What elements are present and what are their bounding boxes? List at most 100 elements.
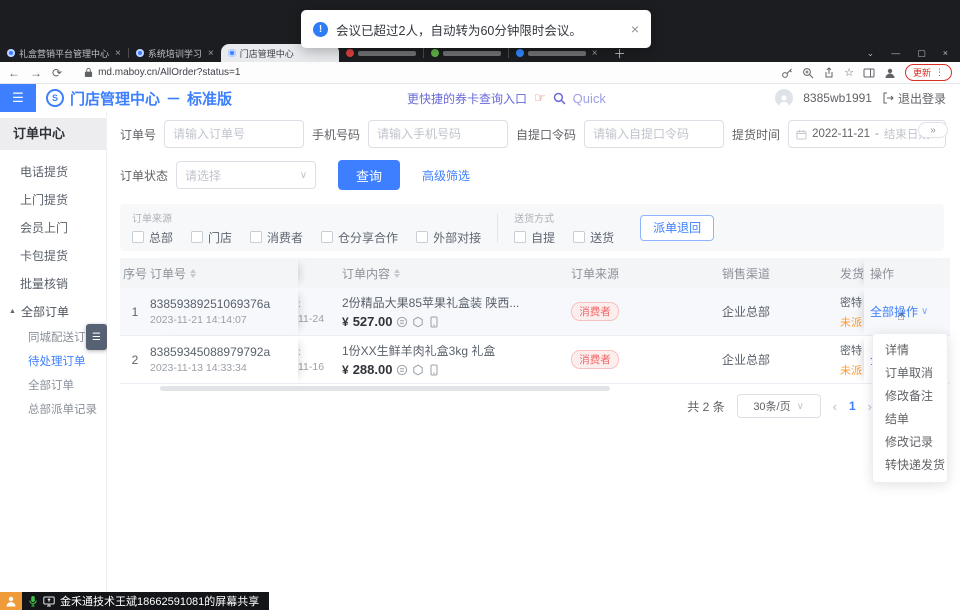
toast-message: 会议已超过2人，自动转为60分钟限时会议。 (336, 20, 582, 39)
logout-button[interactable]: 退出登录 (882, 90, 946, 107)
filter-row-1: 订单号 手机号码 自提口令码 提货时间 2022-11-21 - 结束日期 (120, 120, 946, 148)
window-close-icon[interactable]: × (943, 48, 948, 58)
bookmark-star-icon[interactable]: ☆ (844, 66, 854, 79)
screen: 礼盒营销平台管理中心 × 系统培训学习 × 门店管理中心 × ＋ (0, 0, 960, 610)
checkbox-store[interactable]: 门店 (191, 229, 232, 246)
consumer-badge: 消费者 (571, 302, 619, 321)
order-status-select[interactable]: 请选择 ∨ (176, 161, 316, 189)
tab-close-icon[interactable]: × (115, 48, 121, 59)
side-panel-icon[interactable] (863, 67, 875, 79)
quick-link[interactable]: Quick (573, 91, 606, 106)
phone-label: 手机号码 (312, 126, 360, 143)
coupon-icon (396, 316, 408, 328)
advanced-filter-link[interactable]: 高级筛选 (422, 167, 470, 184)
order-status-label: 订单状态 (120, 167, 168, 184)
tab-close-icon[interactable]: × (592, 48, 598, 59)
cell-order-source: 消费者 (538, 336, 652, 383)
toolbar-actions: ☆ 更新 ⋮ (781, 64, 952, 81)
prev-page-button[interactable]: ‹ (833, 399, 837, 414)
checkbox-icon[interactable] (191, 231, 203, 243)
checkbox-icon[interactable] (514, 231, 526, 243)
sidebar-item-door-pickup[interactable]: 上门提货 (0, 186, 106, 214)
checkbox-consumer[interactable]: 消费者 (250, 229, 303, 246)
menu-item-switch-express[interactable]: 转快递发货 (873, 454, 947, 477)
search-button[interactable]: 查询 (338, 160, 400, 190)
sort-icon[interactable] (190, 269, 196, 278)
price-value: 527.00 (353, 314, 393, 329)
quick-search-icon[interactable] (553, 92, 566, 105)
collapse-filters-button[interactable]: » (918, 122, 948, 138)
menu-item-edit-history[interactable]: 修改记录 (873, 431, 947, 454)
header-order-content[interactable]: 订单内容 (342, 258, 538, 288)
menu-item-edit-remark[interactable]: 修改备注 (873, 385, 947, 408)
menu-item-close-order[interactable]: 结单 (873, 408, 947, 431)
page-size-select[interactable]: 30条/页 ∨ (737, 394, 821, 418)
sidebar-drawer-handle[interactable]: ☰ (86, 324, 107, 350)
checkbox-icon[interactable] (250, 231, 262, 243)
checkbox-icon[interactable] (321, 231, 333, 243)
checkbox-external[interactable]: 外部对接 (416, 229, 481, 246)
checkbox-warehouse-share[interactable]: 仓分享合作 (321, 229, 398, 246)
tab-close-icon[interactable]: × (208, 48, 214, 59)
checkbox-hq[interactable]: 总部 (132, 229, 173, 246)
sidebar-item-batch-verify[interactable]: 批量核销 (0, 270, 106, 298)
checkbox-self-pickup[interactable]: 自提 (514, 229, 555, 246)
checkbox-icon[interactable] (132, 231, 144, 243)
double-chevron-icon: » (930, 125, 936, 136)
menu-item-details[interactable]: 详情 (873, 339, 947, 362)
sidebar-item-member-visit[interactable]: 会员上门 (0, 214, 106, 242)
reload-icon[interactable]: ⟳ (52, 67, 62, 79)
delivery-method-group: 送货方式 自提 送货 (514, 210, 614, 246)
header-order-no[interactable]: 订单号 (150, 258, 298, 288)
pickup-code-input[interactable] (584, 120, 724, 148)
forward-icon[interactable]: → (30, 67, 42, 79)
checkbox-delivery[interactable]: 送货 (573, 229, 614, 246)
sidebar-item-phone-pickup[interactable]: 电话提货 (0, 158, 106, 186)
phone-input[interactable] (368, 120, 508, 148)
app-title: 门店管理中心 (70, 88, 160, 109)
tab-favicon (431, 49, 439, 57)
checkbox-icon[interactable] (573, 231, 585, 243)
window-maximize-icon[interactable]: ▢ (917, 48, 926, 59)
sidebar-group-all-orders[interactable]: ▲ 全部订单 (0, 298, 106, 326)
lock-icon (84, 67, 93, 78)
window-minimize-icon[interactable]: — (891, 48, 900, 58)
share-icon[interactable] (823, 67, 835, 79)
browser-tab-2[interactable]: 系统培训学习 × (129, 44, 221, 62)
order-no-input[interactable] (164, 120, 304, 148)
table-row[interactable]: 2 83859345088979792a 2023-11-13 14:33:34… (120, 336, 950, 384)
sidebar-item-card-pickup[interactable]: 卡包提货 (0, 242, 106, 270)
key-icon[interactable] (781, 67, 793, 79)
table-horizontal-scrollbar[interactable] (120, 385, 950, 392)
scrollbar-thumb[interactable] (160, 386, 610, 391)
sort-icon[interactable] (394, 269, 400, 278)
kebab-menu-icon[interactable]: ⋮ (935, 67, 944, 78)
current-page[interactable]: 1 (849, 399, 856, 413)
main-content: 订单号 手机号码 自提口令码 提货时间 2022-11-21 - 结束日期 » … (107, 112, 960, 592)
sidebar-item-all-orders[interactable]: 全部订单 (0, 374, 106, 398)
window-controls: ⌄ — ▢ × (867, 44, 960, 62)
table-row[interactable]: 1 83859389251069376a 2023-11-21 14:14:07… (120, 288, 950, 336)
tab-search-icon[interactable]: ⌄ (867, 48, 875, 59)
browser-update-button[interactable]: 更新 ⋮ (905, 64, 952, 81)
checkbox-label: 门店 (208, 229, 232, 246)
chevron-down-icon: ∨ (921, 306, 928, 317)
app-edition: 标准版 (187, 88, 232, 109)
app-brand: S 门店管理中心 － 标准版 (46, 84, 232, 112)
zoom-icon[interactable] (802, 67, 814, 79)
address-bar[interactable]: md.maboy.cn/AllOrder?status=1 (84, 67, 240, 78)
menu-item-cancel-order[interactable]: 订单取消 (873, 362, 947, 385)
url-text: md.maboy.cn/AllOrder?status=1 (98, 67, 240, 78)
dispatch-return-button[interactable]: 派单退回 (640, 215, 714, 241)
back-icon[interactable]: ← (8, 67, 20, 79)
sidebar-item-hq-dispatch-records[interactable]: 总部派单记录 (0, 398, 106, 422)
select-placeholder: 请选择 (185, 167, 221, 184)
sidebar-toggle-button[interactable]: ☰ (0, 84, 36, 112)
divider (497, 213, 498, 243)
sidebar-item-pending-orders[interactable]: 待处理订单 (0, 350, 106, 374)
title-dash: － (166, 88, 181, 109)
toast-close-icon[interactable]: × (631, 21, 639, 37)
profile-icon[interactable] (884, 67, 896, 79)
checkbox-icon[interactable] (416, 231, 428, 243)
browser-tab-1[interactable]: 礼盒营销平台管理中心 × (0, 44, 128, 62)
